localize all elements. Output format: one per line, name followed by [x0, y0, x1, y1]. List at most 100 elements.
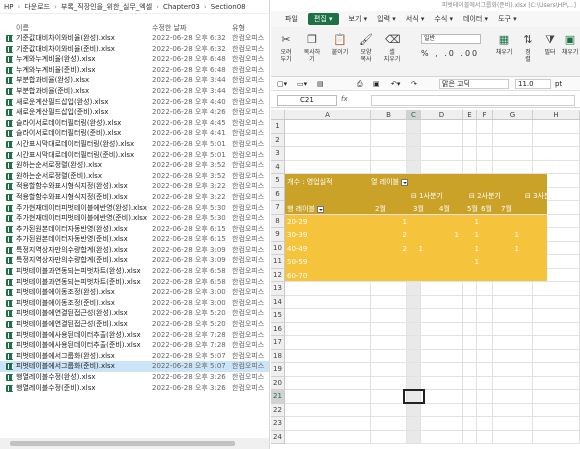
row-header-3[interactable]: 3: [271, 147, 285, 161]
file-row[interactable]: 누계와누계비율(완성).xlsx 2022-06-28 오후 6:48 한컴오피스: [0, 54, 269, 65]
file-row[interactable]: 피벗테이블에사용된데이터추출(완성).xlsx 2022-06-28 오후 7:2…: [0, 330, 269, 341]
row-header-22[interactable]: 22: [271, 403, 285, 417]
open-icon[interactable]: ▭▾: [297, 77, 307, 91]
cut-button[interactable]: ✂ 오려 두기: [275, 33, 297, 63]
file-row[interactable]: 피벗테이블과연동되는피벗차트(완성).xlsx 2022-06-28 오후 6:5…: [0, 266, 269, 277]
quarter-2-header[interactable]: ⊟ 2사분기: [469, 191, 501, 201]
row-header-21[interactable]: 21: [271, 390, 285, 404]
row-header-10[interactable]: 10: [271, 241, 285, 255]
file-row[interactable]: 원하는순서로정렬(완성).xlsx 2022-06-28 오후 3:52 한컴오피스: [0, 160, 269, 171]
pivot-value-cell[interactable]: 2: [397, 231, 407, 239]
column-type[interactable]: 유형: [232, 23, 245, 33]
row-header-4[interactable]: 4: [271, 160, 285, 174]
file-row[interactable]: 피벗테이블과연동되는피벗차트(준비).xlsx 2022-06-28 오후 6:5…: [0, 277, 269, 288]
format-painter-button[interactable]: 🖌 모양 복사: [355, 33, 377, 63]
row-header-2[interactable]: 2: [271, 133, 285, 147]
pivot-value-cell[interactable]: 1: [469, 258, 479, 266]
select-all-corner[interactable]: [271, 110, 285, 120]
fx-icon[interactable]: fx: [341, 95, 348, 103]
column-labels-filter[interactable]: 열 레이블: [371, 177, 408, 187]
menu-7[interactable]: 데이터 ▾: [463, 14, 488, 24]
file-row[interactable]: 특정지역상자만의수량합계(완성).xlsx 2022-06-28 오후 3:09 한…: [0, 245, 269, 256]
file-row[interactable]: 누계와누계비율(준비).xlsx 2022-06-28 오후 6:48 한컴오피스: [0, 65, 269, 76]
horizontal-scrollbar[interactable]: [0, 438, 269, 449]
file-row[interactable]: 행열레이블수정(준비).xlsx 2022-06-28 오후 3:26 한컴오피스: [0, 383, 269, 394]
menu-6[interactable]: 수식 ▾: [434, 14, 453, 24]
file-row[interactable]: 행열레이블수정(완성).xlsx 2022-06-28 오후 3:26 한컴오피스: [0, 372, 269, 383]
name-box[interactable]: C21: [277, 95, 337, 106]
filter-button[interactable]: ⧩ 필터: [539, 33, 561, 56]
pivot-value-cell[interactable]: 1: [509, 245, 519, 253]
formula-input[interactable]: [371, 95, 575, 106]
preview-icon[interactable]: ▣: [373, 77, 380, 91]
age-group-label[interactable]: 30-39: [287, 231, 307, 239]
age-group-label[interactable]: 20-29: [287, 218, 307, 226]
menu-4[interactable]: 입력 ▾: [377, 14, 396, 24]
file-row[interactable]: 부분합과비율(완성).xlsx 2022-06-28 오후 3:44 한컴오피스: [0, 75, 269, 86]
file-row[interactable]: 슬라이서로데이터필터링(준비).xlsx 2022-06-28 오후 4:41 한컴…: [0, 128, 269, 139]
font-size-select[interactable]: 11.0: [515, 79, 551, 89]
clear-cell-button[interactable]: ⌫ 셀 지우기: [381, 33, 403, 63]
breadcrumb-item[interactable]: HP: [4, 3, 14, 11]
scrollbar-thumb[interactable]: [10, 441, 235, 446]
menu-3[interactable]: 보기 ▾: [349, 14, 368, 24]
worksheet-grid[interactable]: A B C D E F G H 1 2 3 4 5 6 7 8 9 10 11 12 13 14 15 16 17 18 19 20 2…: [271, 110, 580, 449]
column-header-H[interactable]: H: [533, 110, 580, 120]
row-labels-filter[interactable]: 행 레이블: [287, 204, 324, 214]
file-row[interactable]: 주가현재데이터피벗테이블에반영(완성).xlsx 2022-06-28 오후 5:…: [0, 203, 269, 214]
font-unit-select[interactable]: pt: [555, 77, 562, 91]
print-icon[interactable]: ⎙: [357, 77, 363, 91]
paste-button[interactable]: 📋 붙이기: [329, 33, 351, 56]
column-modified[interactable]: 수정한 날짜: [152, 23, 186, 33]
file-row[interactable]: 특정지역상자만의수량합계(준비).xlsx 2022-06-28 오후 3:09 한…: [0, 255, 269, 266]
new-icon[interactable]: ▢▾: [277, 77, 287, 91]
file-row[interactable]: 기준값대비차이와비율(완성).xlsx 2022-06-28 오후 6:32 한컴오…: [0, 33, 269, 44]
breadcrumb-item[interactable]: 다운로드: [24, 2, 50, 12]
pivot-value-cell[interactable]: 1: [469, 245, 479, 253]
row-header-6[interactable]: 6: [271, 187, 285, 201]
number-format-select[interactable]: 일반: [421, 34, 481, 44]
row-header-12[interactable]: 12: [271, 268, 285, 282]
file-row[interactable]: 시간표시막대로데이터필터링(완성).xlsx 2022-06-28 오후 5:01…: [0, 139, 269, 150]
redo-icon[interactable]: ↷: [411, 77, 417, 91]
file-row[interactable]: 새로운계산필드삽입(준비).xlsx 2022-06-28 오후 4:26 한컴오피…: [0, 107, 269, 118]
pivot-value-cell[interactable]: 1: [413, 245, 423, 253]
row-header-19[interactable]: 19: [271, 363, 285, 377]
pivot-value-cell[interactable]: 1: [469, 231, 479, 239]
dropdown-arrow-icon[interactable]: [317, 205, 324, 213]
quarter-1-header[interactable]: ⊟ 1사분기: [411, 191, 443, 201]
file-row[interactable]: 기준값대비차이와비율(준비).xlsx 2022-06-28 오후 6:32 한컴오…: [0, 44, 269, 55]
file-row[interactable]: 피벗테이블에연결된접근성(준비).xlsx 2022-06-28 오후 5:20 한…: [0, 319, 269, 330]
row-header-7[interactable]: 7: [271, 201, 285, 215]
fill2-button[interactable]: ▣ 채우기: [559, 33, 580, 56]
file-row[interactable]: 적용할함수와표시형식지정(완성).xlsx 2022-06-28 오후 3:22 한…: [0, 181, 269, 192]
file-row[interactable]: 피벗테이블에연결된접근성(완성).xlsx 2022-06-28 오후 5:20 한…: [0, 308, 269, 319]
row-header-24[interactable]: 24: [271, 430, 285, 444]
file-row[interactable]: 시간표시막대로데이터필터링(준비).xlsx 2022-06-28 오후 5:01…: [0, 150, 269, 161]
age-group-label[interactable]: 60-70: [287, 272, 307, 280]
dropdown-arrow-icon[interactable]: [401, 178, 408, 186]
file-row[interactable]: 피벗테이블에사용된데이터추출(준비).xlsx 2022-06-28 오후 7:2…: [0, 340, 269, 351]
column-header-C[interactable]: C: [407, 110, 421, 120]
row-header-13[interactable]: 13: [271, 282, 285, 296]
number-format-buttons[interactable]: % , .0 .00: [421, 49, 479, 58]
column-header-A[interactable]: A: [285, 110, 371, 120]
file-row[interactable]: 피벗테이블에이동조정(완성).xlsx 2022-06-28 오후 3:00 한컴오…: [0, 287, 269, 298]
menu-5[interactable]: 서식 ▾: [406, 14, 425, 24]
menu-8[interactable]: 도구 ▾: [498, 14, 517, 24]
row-header-8[interactable]: 8: [271, 214, 285, 228]
breadcrumb-item[interactable]: Chapter03: [163, 3, 200, 11]
file-row[interactable]: 피벗테이블에이동조정(준비).xlsx 2022-06-28 오후 3:00 한컴오…: [0, 298, 269, 309]
column-header-E[interactable]: E: [463, 110, 477, 120]
active-cell[interactable]: [403, 389, 425, 404]
fill-button[interactable]: ▦ 채우기: [493, 33, 515, 56]
pivot-value-cell[interactable]: 1: [509, 231, 519, 239]
column-header-F[interactable]: F: [477, 110, 493, 120]
pivot-value-cell[interactable]: 1: [449, 231, 459, 239]
menu-1[interactable]: 파일: [285, 14, 298, 24]
row-header-18[interactable]: 18: [271, 349, 285, 363]
column-header-D[interactable]: D: [421, 110, 463, 120]
menu-2[interactable]: 편집 ▾: [307, 13, 339, 25]
file-row[interactable]: 부분합과비율(준비).xlsx 2022-06-28 오후 3:44 한컴오피스: [0, 86, 269, 97]
save-icon[interactable]: ▤: [317, 77, 324, 91]
